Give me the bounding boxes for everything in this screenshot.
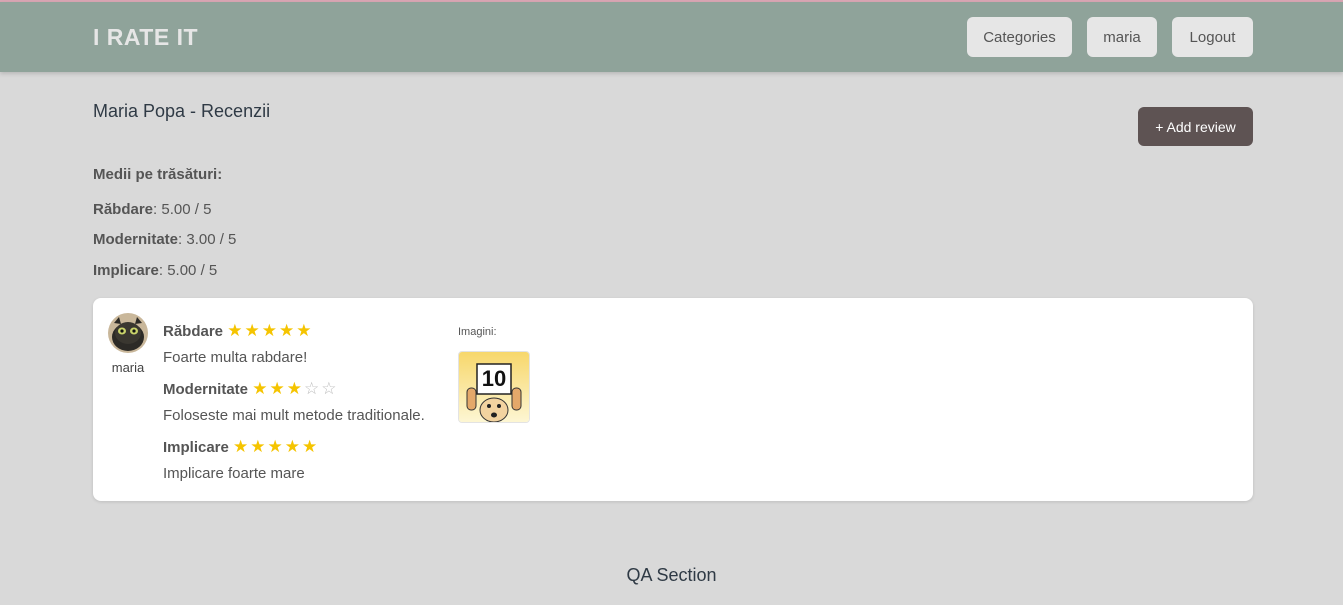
average-rabdare: Răbdare: 5.00 / 5 [93,201,211,218]
average-modernitate: Modernitate: 3.00 / 5 [93,231,236,248]
categories-button[interactable]: Categories [967,17,1072,57]
top-navbar: I RATE IT Categories maria Logout [0,2,1343,72]
star-filled-icon: ★ [261,321,279,340]
user-button[interactable]: maria [1087,17,1157,57]
trait-name: Modernitate [163,381,249,398]
average-trait-value: : 5.00 / 5 [158,262,218,279]
review-image-number: 10 [481,366,507,391]
star-filled-icon: ★ [296,321,314,340]
brand-logo[interactable]: I RATE IT [93,24,198,51]
star-filled-icon: ★ [252,379,270,398]
trait-modernitate: Modernitate ★★★☆☆ [163,379,338,399]
star-filled-icon: ★ [284,437,303,456]
star-empty-icon: ☆ [303,379,322,398]
trait-name: Implicare [163,439,229,456]
trait-comment: Foarte multa rabdare! [163,349,308,366]
trait-comment: Implicare foarte mare [163,465,305,482]
trait-implicare: Implicare ★★★★★ [163,437,319,457]
average-trait-value: : 5.00 / 5 [153,201,212,218]
page-title: Maria Popa - Recenzii [93,101,271,121]
star-filled-icon: ★ [278,321,297,340]
star-filled-icon: ★ [267,437,285,456]
averages-heading: Medii pe trăsături: [93,166,223,183]
star-filled-icon: ★ [269,379,287,398]
average-trait-name: Implicare [93,262,159,279]
star-filled-icon: ★ [233,437,251,456]
star-empty-icon: ☆ [321,379,339,398]
star-filled-icon: ★ [250,437,268,456]
add-review-button[interactable]: + Add review [1138,107,1253,146]
average-implicare: Implicare: 5.00 / 5 [93,262,217,279]
review-card: maria Răbdare ★★★★★ Foarte multa rabdare… [93,298,1253,501]
average-trait-value: : 3.00 / 5 [178,231,237,248]
logout-button[interactable]: Logout [1172,17,1253,57]
star-rating: ★★★★★ [227,321,313,340]
star-filled-icon: ★ [302,437,320,456]
star-filled-icon: ★ [286,379,304,398]
qa-section-title: QA Section [626,565,717,585]
review-image-thumbnail[interactable]: 10 [458,351,530,423]
images-label: Imagini: [458,326,497,338]
trait-name: Răbdare [163,323,224,340]
avatar-image [108,313,148,353]
avatar[interactable] [108,313,148,353]
average-trait-name: Modernitate [93,231,179,248]
star-rating: ★★★★★ [233,437,319,456]
review-author: maria [111,360,145,375]
star-rating: ★★★☆☆ [252,379,338,398]
star-filled-icon: ★ [244,321,262,340]
star-filled-icon: ★ [227,321,245,340]
trait-rabdare: Răbdare ★★★★★ [163,321,313,341]
average-trait-name: Răbdare [93,201,154,218]
trait-comment: Foloseste mai mult metode traditionale. [163,407,425,424]
